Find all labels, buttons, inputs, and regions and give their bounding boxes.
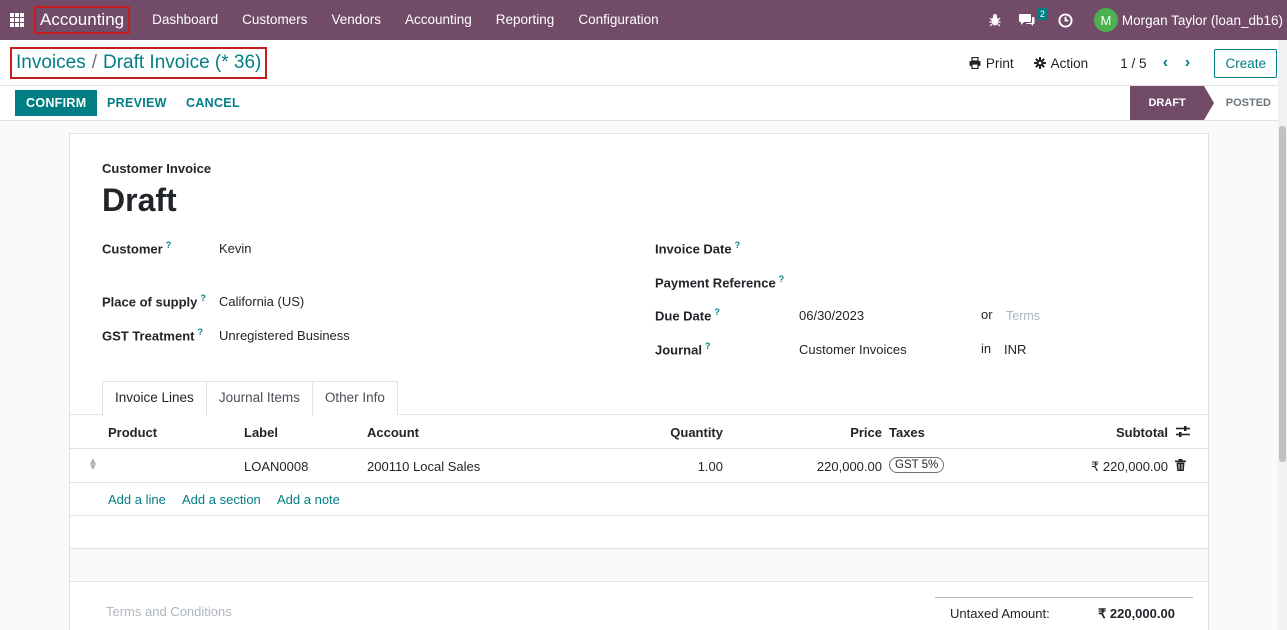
- col-quantity[interactable]: Quantity: [670, 425, 723, 440]
- pager-next-icon[interactable]: ›: [1176, 54, 1198, 72]
- customer-label: Customer?: [102, 240, 172, 257]
- breadcrumb: Invoices / Draft Invoice (* 36): [10, 47, 268, 79]
- print-button[interactable]: Print: [969, 56, 1014, 71]
- col-price[interactable]: Price: [850, 425, 882, 440]
- journal-label: Journal?: [655, 341, 711, 358]
- app-brand[interactable]: Accounting: [34, 6, 131, 34]
- systray: 2 M Morgan Taylor (loan_db16): [979, 0, 1287, 40]
- form-statusbar: CONFIRM PREVIEW CANCEL DRAFT POSTED: [0, 86, 1287, 121]
- due-date-or-text: or: [981, 307, 993, 322]
- action-button[interactable]: Action: [1033, 55, 1089, 71]
- menu-vendors[interactable]: Vendors: [319, 0, 393, 40]
- breadcrumb-current: Draft Invoice (* 36): [102, 52, 262, 73]
- create-button[interactable]: Create: [1214, 48, 1277, 78]
- user-avatar[interactable]: M: [1093, 8, 1118, 32]
- print-label: Print: [985, 55, 1014, 71]
- cancel-button[interactable]: CANCEL: [186, 90, 240, 116]
- add-section-link[interactable]: Add a section: [182, 492, 261, 507]
- invoice-lines-header: Product Label Account Quantity Price Tax…: [70, 415, 1208, 449]
- state-pipeline: DRAFT POSTED: [1130, 86, 1287, 120]
- col-subtotal[interactable]: Subtotal: [1116, 425, 1168, 440]
- row-subtotal: ₹ 220,000.00: [1091, 459, 1168, 474]
- totals-divider: [935, 597, 1193, 598]
- table-row[interactable]: ▲ ▼ LOAN0008 200110 Local Sales 1.00 220,…: [70, 449, 1208, 483]
- untaxed-amount-value: ₹ 220,000.00: [1098, 606, 1175, 621]
- invoice-type: Customer Invoice: [102, 161, 212, 176]
- row-account[interactable]: 200110 Local Sales: [367, 459, 480, 474]
- payment-reference-label: Payment Reference?: [655, 274, 785, 291]
- trash-icon[interactable]: [1175, 459, 1186, 474]
- invoice-date-label: Invoice Date?: [655, 240, 741, 257]
- menu-configuration[interactable]: Configuration: [566, 0, 670, 40]
- apps-menu-icon[interactable]: [0, 0, 34, 40]
- add-note-link[interactable]: Add a note: [277, 492, 340, 507]
- bug-icon[interactable]: [982, 0, 1008, 40]
- state-posted[interactable]: POSTED: [1204, 86, 1287, 120]
- menu-customers[interactable]: Customers: [230, 0, 319, 40]
- row-quantity[interactable]: 1.00: [698, 459, 723, 474]
- user-menu[interactable]: Morgan Taylor (loan_db16): [1122, 13, 1283, 28]
- form-sheet: Customer Invoice Draft Customer? Kevin P…: [69, 133, 1209, 630]
- chat-icon[interactable]: 2: [1014, 0, 1048, 40]
- breadcrumb-invoices[interactable]: Invoices: [16, 52, 86, 74]
- menu-reporting[interactable]: Reporting: [484, 0, 567, 40]
- drag-handle-icon[interactable]: ▲ ▼: [88, 457, 98, 473]
- gst-treatment-field[interactable]: Unregistered Business: [219, 328, 350, 343]
- row-label[interactable]: LOAN0008: [244, 459, 308, 474]
- untaxed-amount-label: Untaxed Amount:: [950, 606, 1050, 621]
- invoice-title: Draft: [102, 182, 177, 218]
- breadcrumb-separator: /: [91, 52, 97, 73]
- empty-row: [70, 549, 1208, 582]
- due-date-label: Due Date?: [655, 307, 720, 324]
- place-of-supply-label: Place of supply?: [102, 293, 206, 310]
- gst-treatment-label: GST Treatment?: [102, 327, 203, 344]
- add-line-link[interactable]: Add a line: [108, 492, 166, 507]
- main-menu: Dashboard Customers Vendors Accounting R…: [140, 0, 671, 40]
- top-navbar: Accounting Dashboard Customers Vendors A…: [0, 0, 1287, 40]
- col-taxes[interactable]: Taxes: [889, 425, 925, 440]
- col-product[interactable]: Product: [108, 425, 157, 440]
- place-of-supply-field[interactable]: California (US): [219, 294, 304, 309]
- page-scrollbar[interactable]: [1278, 40, 1287, 630]
- col-label[interactable]: Label: [244, 425, 278, 440]
- journal-in-text: in: [981, 341, 992, 356]
- tab-invoice-lines[interactable]: Invoice Lines: [102, 381, 207, 416]
- pager-value[interactable]: 1 / 5: [1120, 56, 1146, 71]
- chat-count-badge: 2: [1036, 8, 1048, 20]
- control-panel-actions: Print Action 1 / 5 ‹ › Create: [969, 40, 1287, 86]
- col-account[interactable]: Account: [367, 425, 419, 440]
- control-panel: Invoices / Draft Invoice (* 36) Print Ac…: [0, 40, 1287, 86]
- tab-other-info[interactable]: Other Info: [311, 381, 398, 415]
- state-draft[interactable]: DRAFT: [1130, 86, 1215, 120]
- customer-field[interactable]: Kevin: [219, 241, 252, 256]
- gear-icon: [1033, 57, 1046, 69]
- row-price[interactable]: 220,000.00: [817, 459, 882, 474]
- scrollbar-thumb[interactable]: [1279, 126, 1286, 462]
- menu-dashboard[interactable]: Dashboard: [140, 0, 230, 40]
- currency-field[interactable]: INR: [1004, 342, 1026, 357]
- add-links-row: Add a line Add a section Add a note: [70, 483, 1208, 516]
- terms-and-conditions-field[interactable]: Terms and Conditions: [106, 604, 232, 619]
- payment-terms-field[interactable]: Terms: [1006, 309, 1040, 323]
- action-label: Action: [1050, 55, 1089, 71]
- optional-columns-icon[interactable]: [1176, 425, 1190, 441]
- row-tax-tag[interactable]: GST 5%: [889, 457, 945, 473]
- print-icon: [969, 57, 981, 69]
- due-date-field[interactable]: 06/30/2023: [799, 308, 864, 323]
- journal-field[interactable]: Customer Invoices: [799, 342, 907, 357]
- clock-icon[interactable]: [1053, 0, 1079, 40]
- pager-previous-icon[interactable]: ‹: [1154, 54, 1176, 72]
- menu-accounting[interactable]: Accounting: [393, 0, 484, 40]
- confirm-button[interactable]: CONFIRM: [15, 90, 98, 116]
- preview-button[interactable]: PREVIEW: [107, 90, 167, 116]
- empty-row: [70, 516, 1208, 549]
- tab-journal-items[interactable]: Journal Items: [205, 381, 313, 415]
- notebook-tabs: Invoice Lines Journal Items Other Info: [102, 381, 398, 416]
